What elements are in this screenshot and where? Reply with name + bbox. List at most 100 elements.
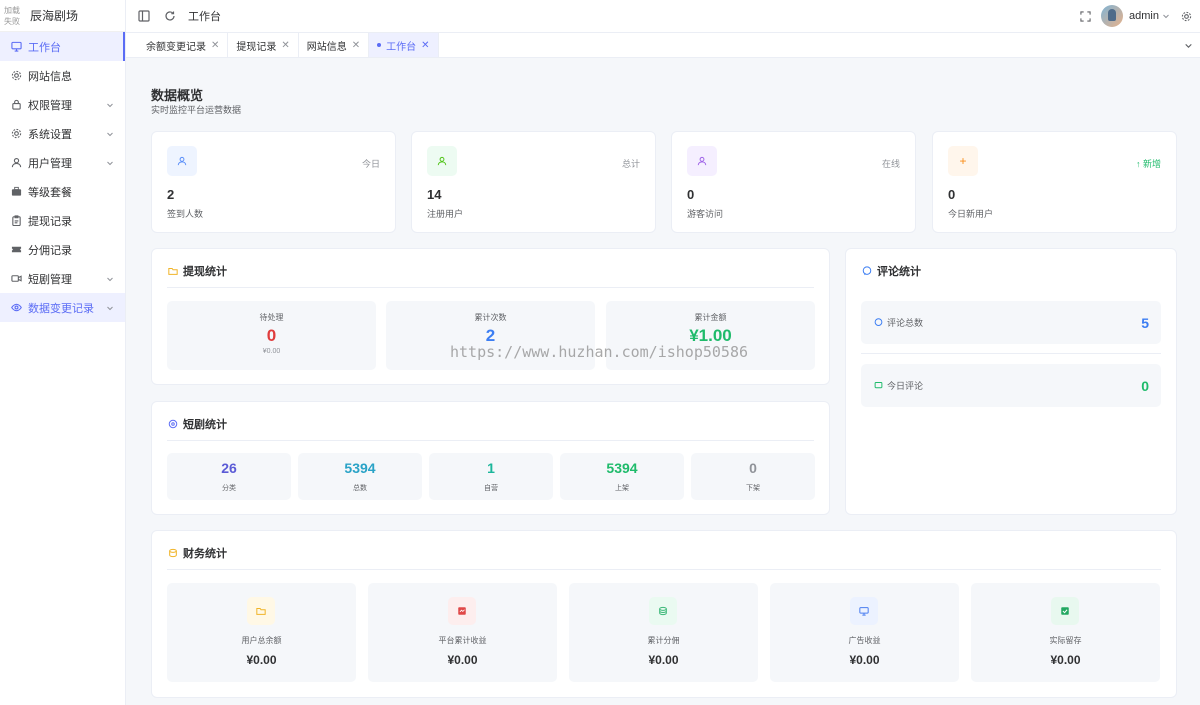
section-title-text: 短剧统计 [183, 419, 227, 431]
stat-label: 总数 [353, 485, 367, 492]
chart-icon [448, 597, 476, 625]
tab-label: 网站信息 [306, 41, 347, 53]
comment-icon [873, 381, 883, 391]
stat-label: 游客访问 [687, 209, 724, 219]
divider [167, 440, 814, 441]
stat-label: 今日评论 [887, 381, 924, 391]
sidebar-item-system-settings[interactable]: 系统设置 [0, 119, 125, 148]
lock-icon [10, 99, 22, 111]
stat-label: 实际留存 [1049, 636, 1082, 645]
chevron-down-icon [105, 158, 115, 168]
section-title-text: 评论统计 [877, 266, 921, 278]
comment-total: 评论总数 5 [861, 301, 1161, 344]
sidebar-item-workbench[interactable]: 工作台 [0, 32, 125, 61]
drama-categories: 26 分类 [167, 453, 291, 500]
stat-value: 5 [1141, 314, 1149, 331]
user-name[interactable]: admin [1129, 10, 1159, 22]
stat-value: ¥0.00 [1050, 653, 1081, 667]
stat-label: 今日新用户 [948, 209, 994, 219]
sidebar-item-drama-management[interactable]: 短剧管理 [0, 264, 125, 293]
sidebar-item-data-change-records[interactable]: 数据变更记录 [0, 293, 125, 322]
topbar-right: admin [1067, 5, 1200, 27]
sidebar-item-label: 等级套餐 [28, 186, 72, 199]
avatar[interactable] [1101, 5, 1124, 27]
close-icon[interactable]: ✕ [281, 40, 289, 51]
coins-icon [167, 547, 179, 559]
sidebar-item-commission-records[interactable]: 分佣记录 [0, 235, 125, 264]
sidebar-item-level-packages[interactable]: 等级套餐 [0, 177, 125, 206]
stat-label: 累计分佣 [647, 636, 680, 645]
comment-icon [861, 265, 873, 277]
tab-label: 工作台 [386, 41, 417, 53]
tab-site-info[interactable]: 网站信息 ✕ [299, 33, 370, 57]
fullscreen-icon[interactable] [1077, 8, 1093, 24]
folder-icon [247, 597, 275, 625]
stat-label: 用户总余额 [241, 636, 282, 645]
stat-label: 评论总数 [887, 318, 924, 328]
stat-value: ¥1.00 [689, 326, 732, 345]
stat-card-new-users: + ↑ 新增 0 今日新用户 [932, 131, 1177, 233]
tab-balance-change[interactable]: 余额变更记录 ✕ [126, 33, 229, 57]
withdraw-stats-card: 提现统计 待处理 0 ¥0.00 累计次数 2 累计金额 ¥1.00 [151, 248, 830, 385]
stat-value: ¥0.00 [246, 653, 277, 667]
sidebar-toggle-icon[interactable] [136, 8, 152, 24]
stat-label: 分类 [222, 485, 236, 492]
stat-label: 待处理 [259, 313, 284, 322]
sidebar-item-label: 权限管理 [28, 99, 72, 112]
stat-value: 0 [749, 460, 757, 476]
sidebar-item-withdraw-records[interactable]: 提现记录 [0, 206, 125, 235]
stat-label: 平台累计收益 [438, 636, 487, 645]
gear-icon[interactable] [1178, 8, 1194, 24]
stat-card-guest-visits: 在线 0 游客访问 [671, 131, 916, 233]
user-icon [167, 146, 197, 176]
section-title-text: 财务统计 [183, 548, 227, 560]
briefcase-icon [10, 186, 22, 198]
drama-offline: 0 下架 [691, 453, 815, 500]
chevron-down-icon [105, 274, 115, 284]
drama-self-operated: 1 自营 [429, 453, 553, 500]
close-icon[interactable]: ✕ [211, 40, 219, 51]
monitor-icon [10, 41, 22, 53]
drama-total: 5394 总数 [298, 453, 422, 500]
clipboard-icon [10, 215, 22, 227]
close-icon[interactable]: ✕ [421, 40, 429, 51]
arrow-up-icon: ↑ [1135, 159, 1141, 169]
stat-value: 1 [487, 460, 495, 476]
target-icon [167, 418, 179, 430]
brand-logo-line2: 失败 [4, 16, 20, 26]
chevron-down-icon[interactable] [1162, 12, 1170, 20]
drama-online: 5394 上架 [560, 453, 684, 500]
stat-value: 14 [427, 187, 442, 202]
sidebar-item-users[interactable]: 用户管理 [0, 148, 125, 177]
sidebar-item-permissions[interactable]: 权限管理 [0, 90, 125, 119]
brand[interactable]: 加载 失败 辰海剧场 [0, 0, 125, 32]
withdraw-count: 累计次数 2 [386, 301, 595, 370]
sidebar-item-site-info[interactable]: 网站信息 [0, 61, 125, 90]
topbar: 工作台 admin [126, 0, 1200, 33]
stat-tag: ↑ 新增 [1136, 157, 1161, 170]
stat-label: 累计金额 [694, 313, 727, 322]
sidebar-item-label: 分佣记录 [28, 244, 72, 257]
finance-commission: 累计分佣 ¥0.00 [569, 583, 758, 682]
brand-name: 辰海剧场 [30, 9, 79, 23]
finance-user-balance: 用户总余额 ¥0.00 [167, 583, 356, 682]
refresh-icon[interactable] [162, 8, 178, 24]
eye-icon [10, 302, 22, 314]
close-icon[interactable]: ✕ [352, 40, 360, 51]
chevron-down-icon [105, 303, 115, 313]
user-icon [10, 157, 22, 169]
stat-value: ¥0.00 [648, 653, 679, 667]
gear-icon [10, 70, 22, 82]
tab-workbench[interactable]: 工作台 ✕ [369, 33, 439, 57]
stat-value: 5394 [344, 460, 376, 476]
divider [167, 287, 814, 288]
chevron-down-icon[interactable] [1176, 33, 1200, 57]
finance-ad-revenue: 广告收益 ¥0.00 [770, 583, 959, 682]
tab-withdraw-records[interactable]: 提现记录 ✕ [228, 33, 299, 57]
section-title: 财务统计 [167, 545, 227, 561]
stat-value: 26 [221, 460, 237, 476]
video-icon [10, 273, 22, 285]
section-title-text: 提现统计 [183, 266, 227, 278]
user-icon [427, 146, 457, 176]
gear-icon [10, 128, 22, 140]
